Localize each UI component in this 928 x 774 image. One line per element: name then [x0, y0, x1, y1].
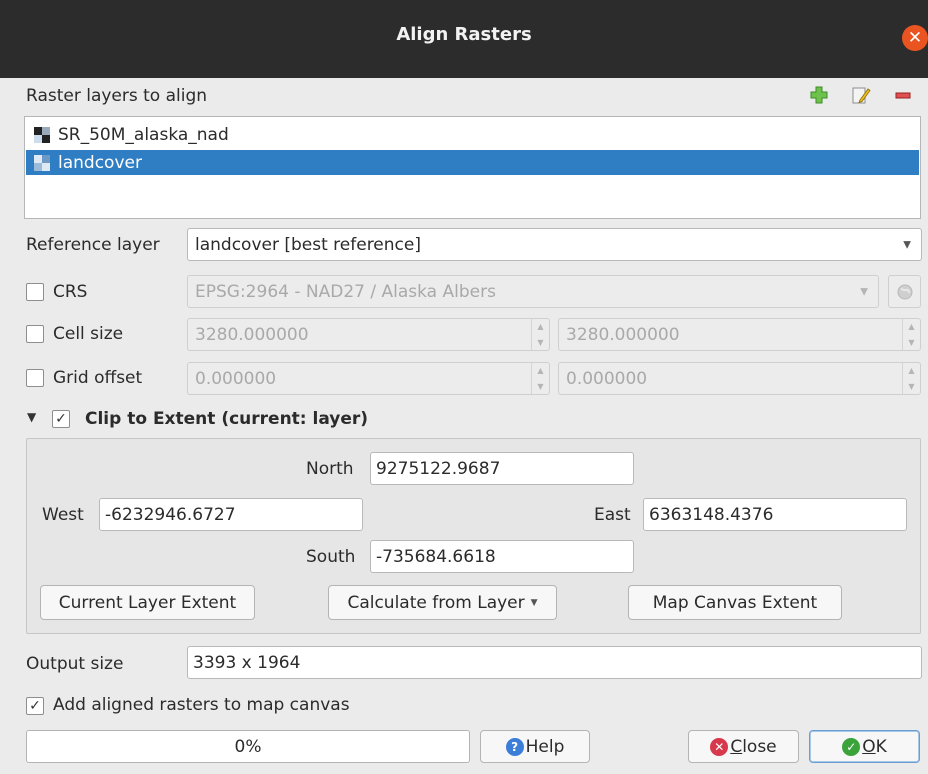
- spin-up-icon[interactable]: ▲: [903, 363, 920, 379]
- cell-size-x-value: 3280.000000: [195, 324, 309, 345]
- cell-size-y-input[interactable]: 3280.000000 ▲ ▼: [558, 318, 921, 351]
- crs-value: EPSG:2964 - NAD27 / Alaska Albers: [195, 281, 496, 302]
- ok-button[interactable]: ✓ OK: [809, 730, 920, 763]
- current-layer-extent-label: Current Layer Extent: [58, 592, 237, 613]
- output-size-label: Output size: [26, 654, 124, 674]
- spin-up-icon[interactable]: ▲: [532, 363, 549, 379]
- spin-up-icon[interactable]: ▲: [532, 319, 549, 335]
- east-input[interactable]: 6363148.4376: [643, 498, 907, 531]
- south-value: -735684.6618: [376, 546, 496, 567]
- chevron-down-icon: ▼: [860, 286, 868, 297]
- layer-name: SR_50M_alaska_nad: [58, 124, 229, 145]
- spin-down-icon[interactable]: ▼: [532, 335, 549, 351]
- crs-checkbox[interactable]: [26, 283, 44, 301]
- south-input[interactable]: -735684.6618: [370, 540, 634, 573]
- raster-layer-icon: [34, 126, 50, 143]
- south-label: South: [306, 547, 356, 567]
- add-layer-button[interactable]: [806, 82, 832, 108]
- plus-icon: [810, 86, 828, 104]
- close-button[interactable]: ✕ Close: [688, 730, 799, 763]
- grid-offset-label: Grid offset: [53, 368, 143, 388]
- clip-extent-label: Clip to Extent (current: layer): [85, 409, 369, 429]
- current-layer-extent-button[interactable]: Current Layer Extent: [40, 585, 255, 620]
- north-input[interactable]: 9275122.9687: [370, 452, 634, 485]
- calculate-from-layer-button[interactable]: Calculate from Layer ▼: [328, 585, 557, 620]
- grid-offset-y-input[interactable]: 0.000000 ▲ ▼: [558, 362, 921, 395]
- output-size-value: 3393 x 1964: [193, 652, 301, 673]
- check-icon: ✓: [842, 737, 861, 756]
- add-to-canvas-checkbox[interactable]: ✓: [26, 697, 44, 715]
- raster-layers-label: Raster layers to align: [26, 86, 208, 106]
- raster-layer-icon: [34, 154, 50, 171]
- progress-text: 0%: [234, 736, 262, 757]
- spin-down-icon[interactable]: ▼: [903, 335, 920, 351]
- clip-extent-checkbox[interactable]: ✓: [52, 410, 70, 428]
- ok-label: OK: [862, 737, 887, 757]
- map-canvas-extent-label: Map Canvas Extent: [652, 592, 818, 613]
- close-label: Close: [730, 737, 776, 757]
- west-value: -6232946.6727: [105, 504, 236, 525]
- progress-bar: 0%: [26, 730, 470, 763]
- calculate-from-layer-label: Calculate from Layer: [347, 592, 525, 613]
- cell-size-y-value: 3280.000000: [566, 324, 680, 345]
- remove-layer-button[interactable]: [890, 82, 916, 108]
- pencil-icon: [852, 87, 871, 104]
- help-button[interactable]: ? Help: [480, 730, 590, 763]
- close-icon: ✕: [710, 737, 729, 756]
- cell-size-x-input[interactable]: 3280.000000 ▲ ▼: [187, 318, 550, 351]
- map-canvas-extent-button[interactable]: Map Canvas Extent: [628, 585, 842, 620]
- ok-mnemonic: O: [862, 736, 876, 757]
- list-item-layer[interactable]: SR_50M_alaska_nad: [26, 122, 919, 147]
- close-mnemonic: C: [730, 736, 743, 757]
- crs-combo[interactable]: EPSG:2964 - NAD27 / Alaska Albers ▼: [187, 275, 879, 308]
- west-label: West: [42, 505, 84, 525]
- reference-layer-combo[interactable]: landcover [best reference] ▼: [187, 228, 922, 261]
- spin-up-icon[interactable]: ▲: [903, 319, 920, 335]
- close-rest: lose: [742, 736, 777, 757]
- ok-rest: K: [875, 736, 887, 757]
- window-close-button[interactable]: ✕: [902, 25, 928, 51]
- collapse-triangle-icon[interactable]: ▼: [27, 410, 36, 424]
- list-item-layer-selected[interactable]: landcover: [26, 150, 919, 175]
- globe-icon: [897, 284, 912, 299]
- window-title: Align Rasters: [396, 24, 532, 45]
- layer-name: landcover: [58, 152, 142, 173]
- north-value: 9275122.9687: [376, 458, 501, 479]
- grid-offset-y-value: 0.000000: [566, 368, 648, 389]
- east-value: 6363148.4376: [649, 504, 774, 525]
- help-icon: ?: [505, 737, 524, 756]
- reference-layer-label: Reference layer: [26, 235, 160, 255]
- grid-offset-checkbox[interactable]: [26, 369, 44, 387]
- spin-down-icon[interactable]: ▼: [532, 379, 549, 395]
- edit-layer-button[interactable]: [848, 82, 874, 108]
- chevron-down-icon: ▼: [903, 239, 911, 250]
- cell-size-label: Cell size: [53, 324, 124, 344]
- add-to-canvas-label: Add aligned rasters to map canvas: [53, 695, 350, 715]
- raster-layers-list[interactable]: SR_50M_alaska_nad landcover: [24, 116, 921, 219]
- east-label: East: [594, 505, 631, 525]
- minus-icon: [895, 92, 911, 99]
- grid-offset-x-value: 0.000000: [195, 368, 277, 389]
- crs-label: CRS: [53, 282, 88, 302]
- grid-offset-x-input[interactable]: 0.000000 ▲ ▼: [187, 362, 550, 395]
- output-size-field: 3393 x 1964: [187, 646, 922, 679]
- crs-select-button[interactable]: [888, 275, 921, 308]
- chevron-down-icon: ▼: [530, 597, 538, 608]
- spin-down-icon[interactable]: ▼: [903, 379, 920, 395]
- help-label: Help: [525, 736, 565, 757]
- cell-size-checkbox[interactable]: [26, 325, 44, 343]
- north-label: North: [306, 459, 354, 479]
- reference-layer-value: landcover [best reference]: [195, 234, 421, 255]
- west-input[interactable]: -6232946.6727: [99, 498, 363, 531]
